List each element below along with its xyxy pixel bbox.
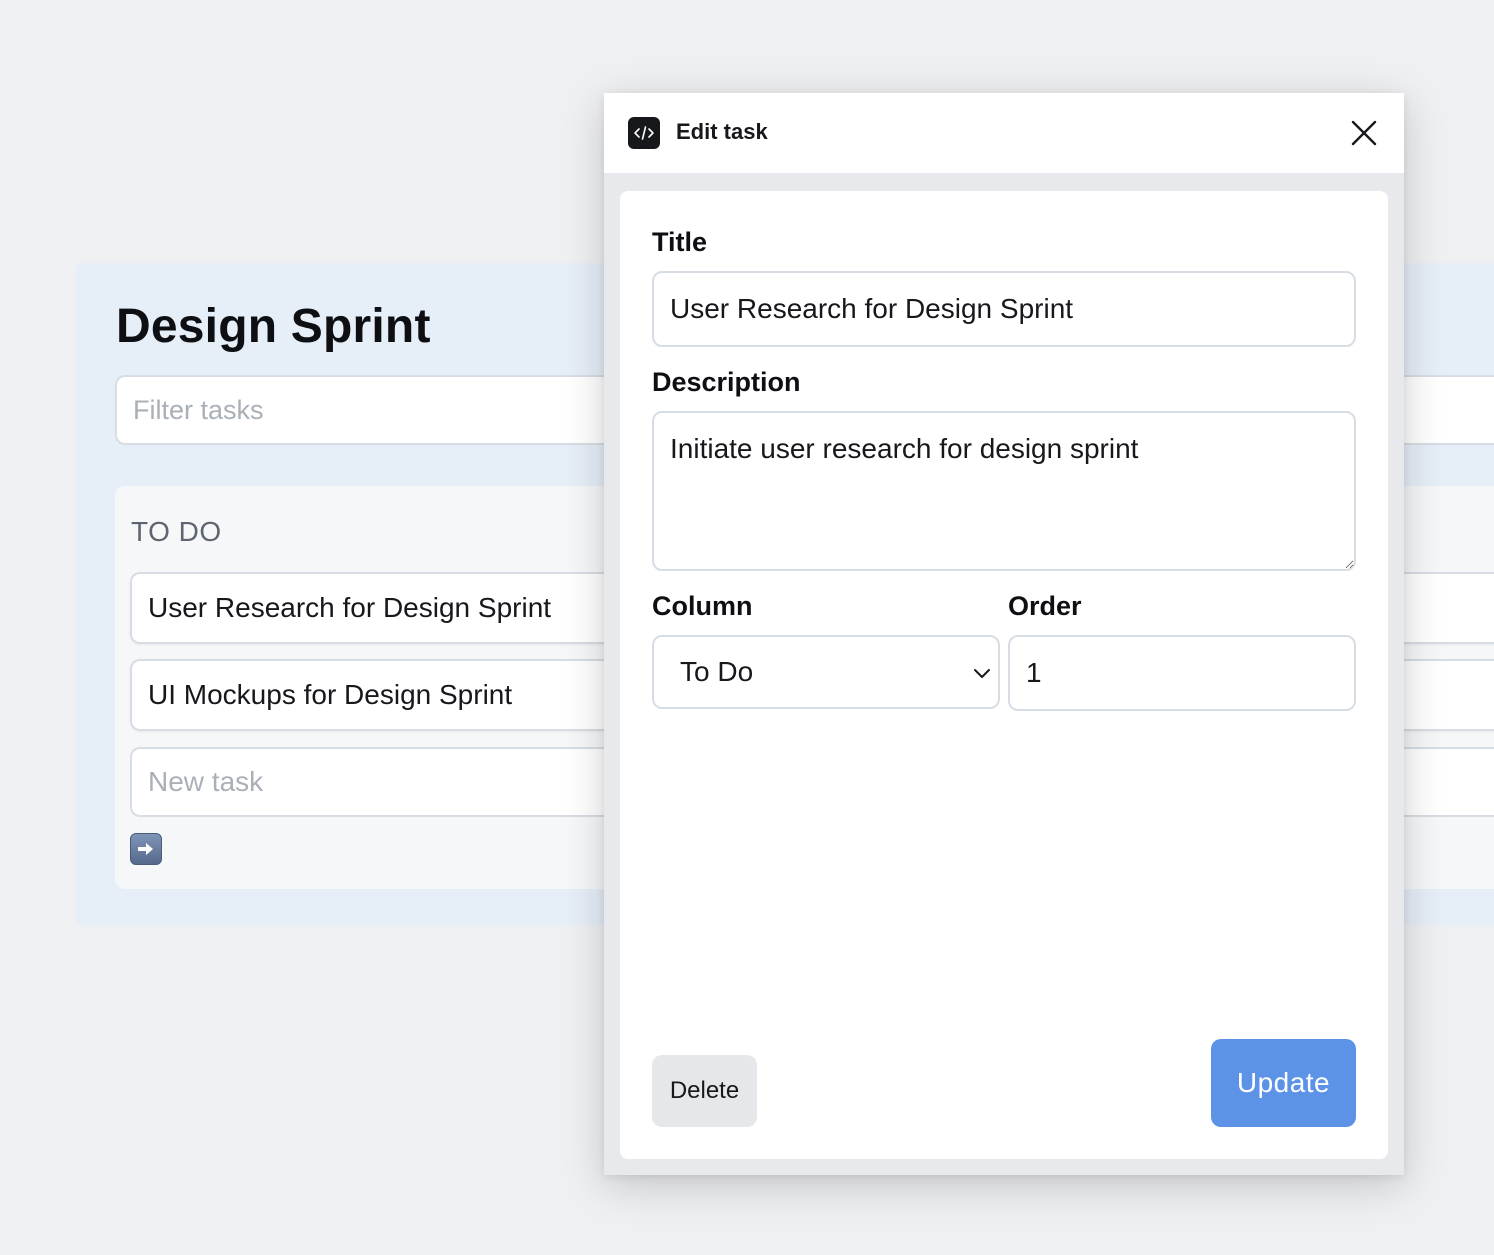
edit-task-modal: Edit task Title Description Initiate use… [604, 93, 1404, 1175]
column-select-value: To Do [680, 656, 754, 687]
update-button[interactable]: Update [1211, 1039, 1356, 1127]
order-input[interactable] [1008, 635, 1356, 711]
close-icon [1351, 120, 1377, 146]
title-label: Title [652, 227, 708, 257]
close-button[interactable] [1348, 117, 1380, 149]
column-title: TO DO [131, 516, 222, 547]
description-textarea[interactable]: Initiate user research for design sprint [652, 411, 1356, 571]
modal-title: Edit task [676, 119, 768, 144]
column-select[interactable]: To Do [652, 635, 1000, 709]
order-label: Order [1008, 591, 1082, 621]
modal-header: Edit task [604, 93, 1404, 173]
description-label: Description [652, 367, 801, 397]
chevron-down-icon [974, 669, 990, 678]
title-input[interactable] [652, 271, 1356, 347]
column-label: Column [652, 591, 753, 621]
code-icon [628, 117, 660, 149]
delete-button[interactable]: Delete [652, 1055, 757, 1127]
modal-body: Title Description Initiate user research… [620, 191, 1388, 1159]
add-task-button[interactable] [130, 833, 162, 865]
right-arrow-icon [138, 843, 153, 855]
board-title: Design Sprint [116, 300, 431, 353]
